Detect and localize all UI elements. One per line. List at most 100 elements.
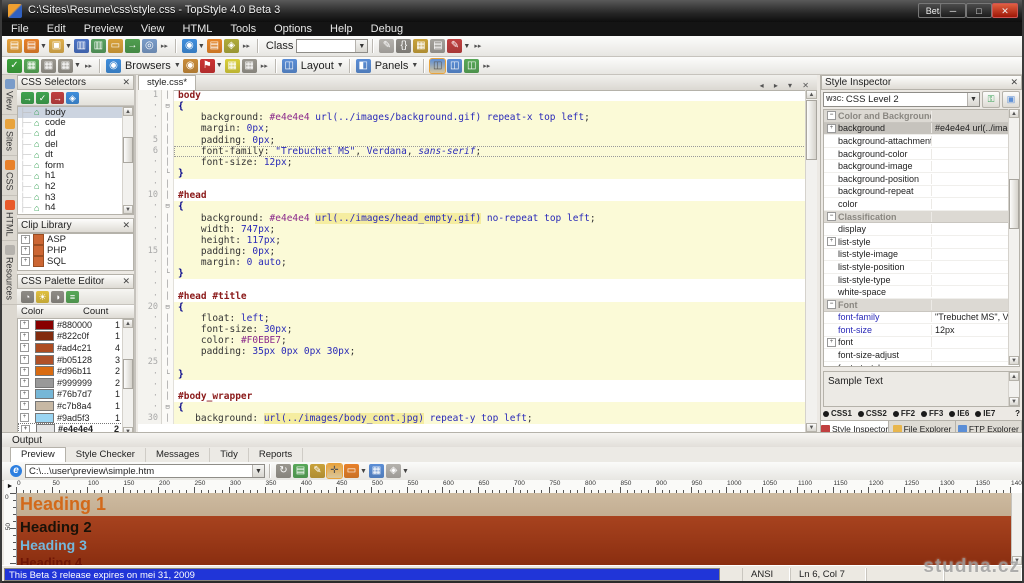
code-line[interactable]: 10│#head <box>138 190 806 201</box>
expand-icon[interactable]: + <box>827 237 836 246</box>
code-line[interactable]: 15│ padding: 0px; <box>138 246 806 257</box>
code-line[interactable]: ·│ padding: 35px 0px 0px 30px; <box>138 346 806 357</box>
code-line[interactable]: ·⊟{ <box>138 402 806 413</box>
css-selectors-close-icon[interactable]: ✕ <box>122 77 130 88</box>
code-line[interactable]: ·│ background: #e4e4e4 url(../images/bac… <box>138 112 806 123</box>
check-gray-icon[interactable]: ▦ <box>41 59 56 73</box>
edit-preview-icon[interactable]: ✎ <box>310 464 325 478</box>
expand-icon[interactable]: + <box>20 378 29 387</box>
combo-arrow-icon[interactable]: ▼ <box>967 93 979 106</box>
preview-scrollbar[interactable]: ▼ <box>1011 493 1022 565</box>
validate-icon[interactable]: ✓ <box>7 59 22 73</box>
palette-row-999999[interactable]: +#9999992 <box>18 377 133 389</box>
upload-icon[interactable]: ◈ <box>224 39 239 53</box>
code-line[interactable]: 1│body <box>138 90 806 101</box>
picture-icon[interactable]: ▣ <box>1002 91 1020 108</box>
property-row-white-space[interactable]: white-space <box>824 286 1019 299</box>
palette-row-9ad5f3[interactable]: +#9ad5f31 <box>18 412 133 424</box>
clip-item-php[interactable]: +PHP <box>18 245 133 256</box>
scroll-up-arrow[interactable]: ▲ <box>806 90 817 99</box>
refresh-icon[interactable]: ↻ <box>276 464 291 478</box>
menu-tools[interactable]: Tools <box>221 22 265 36</box>
address-combo[interactable]: C:\...\user\preview\simple.htm ▼ <box>25 464 265 478</box>
code-line[interactable]: 5│ padding: 0px; <box>138 135 806 146</box>
css-level-combo[interactable]: W3C: CSS Level 2 ▼ <box>823 92 980 107</box>
scroll-up-arrow[interactable]: ▲ <box>123 319 133 328</box>
combo-arrow-icon[interactable]: ▼ <box>252 465 264 477</box>
mail-icon[interactable]: ▤ <box>207 39 222 53</box>
print-icon[interactable]: ▤ <box>430 39 445 53</box>
menu-file[interactable]: File <box>2 22 38 36</box>
new-html-icon[interactable]: ▤ <box>24 39 39 53</box>
code-line[interactable]: ·│ background: #e4e4e4 url(../images/hea… <box>138 213 806 224</box>
selector-item-body[interactable]: ├─⌂body <box>18 107 133 118</box>
check-dd-icon[interactable]: ▦ <box>58 59 73 73</box>
style-pen-dropdown-icon[interactable]: ▼ <box>463 43 470 50</box>
code-line[interactable]: ·│ margin: 0px; <box>138 123 806 134</box>
property-row-font-size-adjust[interactable]: font-size-adjust <box>824 349 1019 362</box>
save-all-icon[interactable]: ▥ <box>91 39 106 53</box>
capture-dropdown-icon[interactable]: ▼ <box>402 468 409 475</box>
sidebar-tab-html[interactable]: HTML <box>2 196 17 242</box>
save-icon[interactable]: ▥ <box>74 39 89 53</box>
palette-row-880000[interactable]: +#8800001 <box>18 319 133 331</box>
browsers-label[interactable]: Browsers <box>125 60 171 72</box>
scroll-thumb[interactable] <box>1009 179 1019 229</box>
selector-item-h3[interactable]: ├─⌂h3 <box>18 192 133 203</box>
code-line[interactable]: ·│ margin: 0 auto; <box>138 257 806 268</box>
close-button[interactable]: ✕ <box>992 3 1018 18</box>
style-pen-icon[interactable]: ✎ <box>447 39 462 53</box>
property-group-classification[interactable]: −Classification <box>824 211 1019 224</box>
new-selector-icon[interactable]: → <box>21 92 34 104</box>
overflow-chevron-icon[interactable]: ▸▸ <box>474 42 481 50</box>
property-row-background-repeat[interactable]: background-repeat <box>824 186 1019 199</box>
palette-row-d96b11[interactable]: +#d96b112 <box>18 365 133 377</box>
expand-icon[interactable]: + <box>827 338 836 347</box>
palette-row-76b7d7[interactable]: +#76b7d71 <box>18 389 133 401</box>
palette-grid-icon[interactable]: ▦ <box>369 464 384 478</box>
code-line[interactable]: ·│ height: 117px; <box>138 235 806 246</box>
property-group-font[interactable]: −Font <box>824 299 1019 312</box>
new-preview-icon[interactable]: ▤ <box>293 464 308 478</box>
code-line[interactable]: ·│ <box>138 380 806 391</box>
sidebar-tab-resources[interactable]: Resources <box>2 241 17 305</box>
palette-col-color[interactable]: Color <box>17 306 83 317</box>
menu-preview[interactable]: Preview <box>75 22 132 36</box>
publish-icon[interactable]: ◉ <box>182 39 197 53</box>
scroll-down-arrow[interactable]: ▼ <box>806 423 817 432</box>
selector-options-icon[interactable]: ◈ <box>66 92 79 104</box>
panels-label[interactable]: Panels <box>375 60 409 72</box>
expand-icon[interactable]: + <box>20 332 29 341</box>
palette-scrollbar[interactable]: ▲▼ <box>122 319 133 436</box>
code-line[interactable]: ·└} <box>138 369 806 380</box>
selector-item-code[interactable]: ├─⌂code <box>18 118 133 129</box>
list-view-icon[interactable]: ≡ <box>66 291 79 303</box>
overflow-chevron-icon[interactable]: ▸▸ <box>161 42 168 50</box>
open-dropdown-icon[interactable]: ▼ <box>65 43 72 50</box>
output-tab-style-checker[interactable]: Style Checker <box>66 448 146 462</box>
combo-arrow-icon[interactable]: ▼ <box>355 40 367 52</box>
open-icon[interactable]: ▣ <box>49 39 64 53</box>
capture-icon[interactable]: ◈ <box>386 464 401 478</box>
palette-col-count[interactable]: Count <box>83 306 108 317</box>
menu-debug[interactable]: Debug <box>362 22 412 36</box>
toggle-ruler-icon[interactable]: ✛ <box>327 464 342 478</box>
selector-item-dd[interactable]: ├─⌂dd <box>18 128 133 139</box>
property-row-background-position[interactable]: background-position <box>824 173 1019 186</box>
flag-dropdown-icon[interactable]: ▼ <box>216 62 223 69</box>
overflow-chevron-icon[interactable]: ▸▸ <box>261 62 268 70</box>
output-tab-preview[interactable]: Preview <box>10 447 66 462</box>
check-dd-dropdown-icon[interactable]: ▼ <box>74 62 81 69</box>
browsers-icon[interactable]: ◉ <box>106 59 121 73</box>
editor-tab-nav[interactable]: ◂ ▸ ▾ ✕ <box>760 81 817 90</box>
palette-row-b05128[interactable]: +#b051283 <box>18 354 133 366</box>
paint-can-icon[interactable]: ◔ <box>21 291 34 303</box>
clip-item-asp[interactable]: +ASP <box>18 234 133 245</box>
edit-selector-icon[interactable]: ✓ <box>36 92 49 104</box>
property-row-font-family[interactable]: font-family"Trebuchet MS", Verdan... <box>824 312 1019 325</box>
code-line[interactable]: 25│ <box>138 357 806 368</box>
expand-icon[interactable]: + <box>21 235 30 244</box>
collapse-icon[interactable]: − <box>827 300 836 309</box>
delete-selector-icon[interactable]: → <box>51 92 64 104</box>
expand-icon[interactable]: + <box>20 320 29 329</box>
